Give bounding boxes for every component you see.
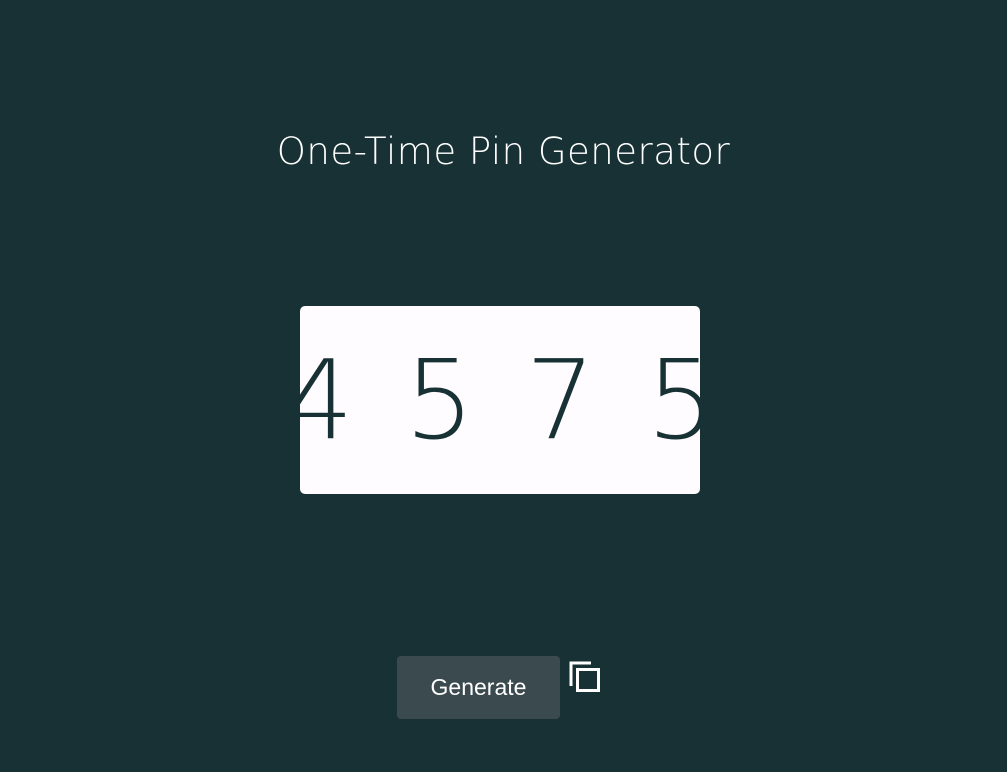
controls: Generate [397, 656, 602, 719]
copy-icon[interactable] [568, 660, 602, 694]
pin-display-card: 4 5 7 5 [300, 306, 700, 494]
generate-button[interactable]: Generate [397, 656, 560, 719]
pin-display: 4 5 7 5 [300, 336, 700, 464]
copy-icon-glyph [569, 661, 600, 692]
page-title: One-Time Pin Generator [276, 130, 731, 173]
